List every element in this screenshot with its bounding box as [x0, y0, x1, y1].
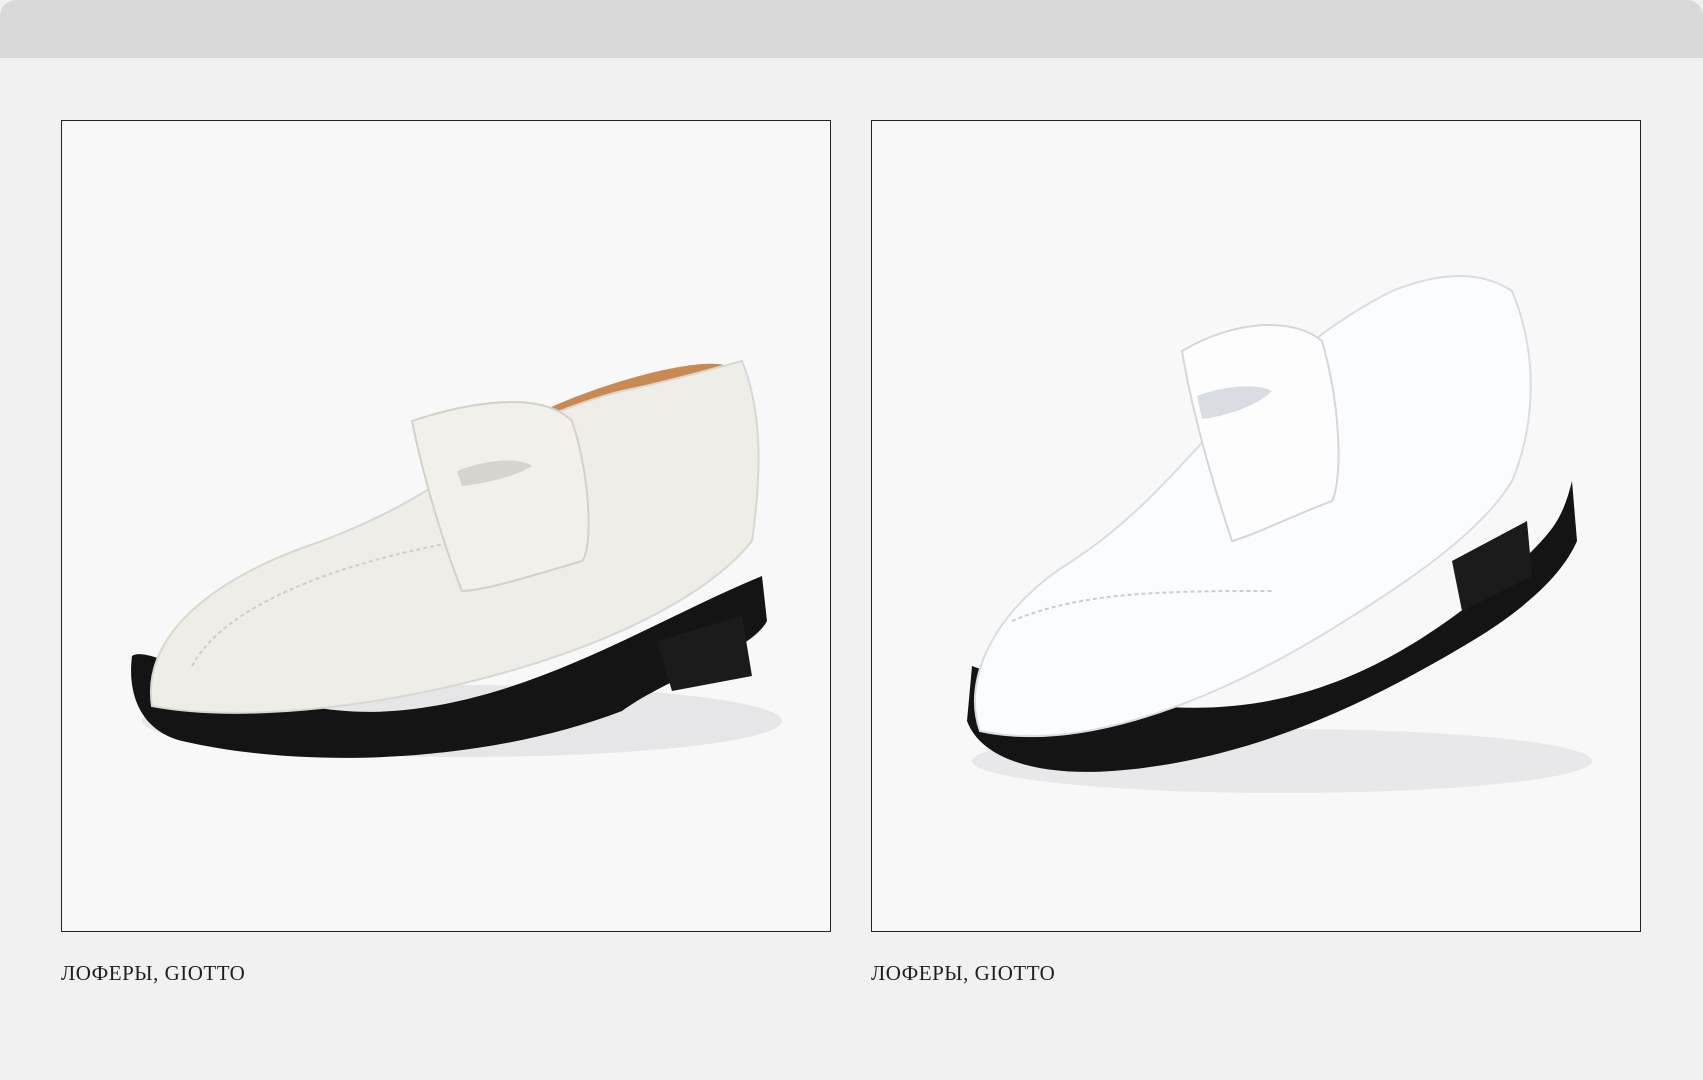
white-loafer-image — [131, 359, 782, 758]
product-card[interactable]: ЛОФЕРЫ, GIOTTO — [61, 120, 831, 986]
product-image-frame[interactable] — [871, 120, 1641, 932]
top-bar — [0, 0, 1703, 58]
product-card[interactable]: ЛОФЕРЫ, GIOTTO — [871, 120, 1641, 986]
product-caption[interactable]: ЛОФЕРЫ, GIOTTO — [61, 961, 831, 986]
page-window: ЛОФЕРЫ, GIOTTO ЛОФЕРЫ, GIOTTO — [0, 0, 1703, 1080]
product-image-frame[interactable] — [61, 120, 831, 932]
glossy-white-loafer-image — [967, 275, 1592, 793]
product-caption[interactable]: ЛОФЕРЫ, GIOTTO — [871, 961, 1641, 986]
